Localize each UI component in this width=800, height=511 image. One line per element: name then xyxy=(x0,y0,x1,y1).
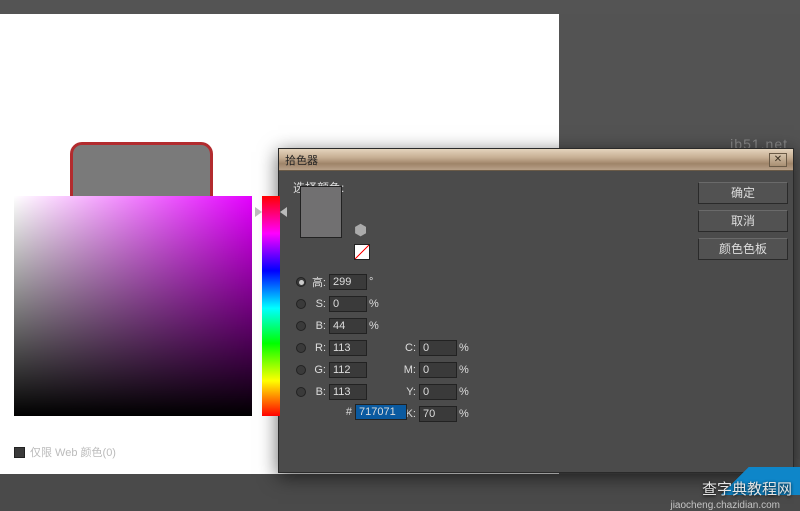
bri-input[interactable]: 44 xyxy=(329,318,367,334)
hex-input[interactable]: 717071 xyxy=(355,404,407,420)
cmyk-inputs: C: 0 % M: 0 % Y: 0 % K: 70 % xyxy=(400,338,473,426)
watermark-url: jiaocheng.chazidian.com xyxy=(670,500,780,511)
hue-label: 高: xyxy=(310,274,326,290)
hue-input[interactable]: 299 xyxy=(329,274,367,290)
b2-input[interactable]: 113 xyxy=(329,384,367,400)
r-radio[interactable] xyxy=(296,343,306,353)
current-color-swatch[interactable] xyxy=(300,186,342,238)
app-titlebar xyxy=(0,0,800,14)
cube-icon[interactable]: ⬢ xyxy=(354,221,367,239)
sat-label: S: xyxy=(310,298,326,310)
m-label: M: xyxy=(400,364,416,376)
ok-button[interactable]: 确定 xyxy=(698,182,788,204)
y-input[interactable]: 0 xyxy=(419,384,457,400)
g-input[interactable]: 112 xyxy=(329,362,367,378)
m-input[interactable]: 0 xyxy=(419,362,457,378)
c-input[interactable]: 0 xyxy=(419,340,457,356)
hue-arrow-right-icon xyxy=(280,207,287,217)
r-input[interactable]: 113 xyxy=(329,340,367,356)
sat-unit: % xyxy=(369,298,383,310)
y-label: Y: xyxy=(400,386,416,398)
c-label: C: xyxy=(400,342,416,354)
close-icon[interactable]: ✕ xyxy=(769,153,787,167)
k-input[interactable]: 70 xyxy=(419,406,457,422)
web-only-label: 仅限 Web 颜色(0) xyxy=(30,444,116,460)
c-unit: % xyxy=(459,342,473,354)
sv-marker[interactable] xyxy=(9,314,19,324)
hue-arrow-left-icon xyxy=(255,207,262,217)
g-label: G: xyxy=(310,364,326,376)
web-only-checkbox[interactable] xyxy=(14,447,25,458)
hue-slider[interactable] xyxy=(262,196,280,416)
saturation-value-field[interactable] xyxy=(14,196,252,416)
web-only-row: 仅限 Web 颜色(0) xyxy=(14,444,116,460)
sat-radio[interactable] xyxy=(296,299,306,309)
bri-label: B: xyxy=(310,320,326,332)
g-radio[interactable] xyxy=(296,365,306,375)
hue-radio[interactable] xyxy=(296,277,306,287)
y-unit: % xyxy=(459,386,473,398)
hue-unit: ° xyxy=(369,276,383,288)
sat-input[interactable]: 0 xyxy=(329,296,367,312)
b-radio[interactable] xyxy=(296,387,306,397)
dialog-buttons: 确定 取消 颜色色板 xyxy=(698,182,788,266)
hex-row: # 717071 xyxy=(342,404,407,420)
bri-unit: % xyxy=(369,320,383,332)
dialog-titlebar[interactable]: 拾色器 ✕ xyxy=(279,149,793,171)
watermark-bottom: 查字典教程网 xyxy=(702,478,792,499)
swatch-button[interactable]: 颜色色板 xyxy=(698,238,788,260)
bri-radio[interactable] xyxy=(296,321,306,331)
m-unit: % xyxy=(459,364,473,376)
k-unit: % xyxy=(459,408,473,420)
b2-label: B: xyxy=(310,386,326,398)
cancel-button[interactable]: 取消 xyxy=(698,210,788,232)
hsb-rgb-inputs: 高: 299 ° S: 0 % B: 44 % R: 113 G: 112 B:… xyxy=(296,272,383,404)
dialog-title: 拾色器 xyxy=(285,152,318,168)
none-color-swatch[interactable] xyxy=(354,244,370,260)
r-label: R: xyxy=(310,342,326,354)
hex-label: # xyxy=(342,406,352,418)
